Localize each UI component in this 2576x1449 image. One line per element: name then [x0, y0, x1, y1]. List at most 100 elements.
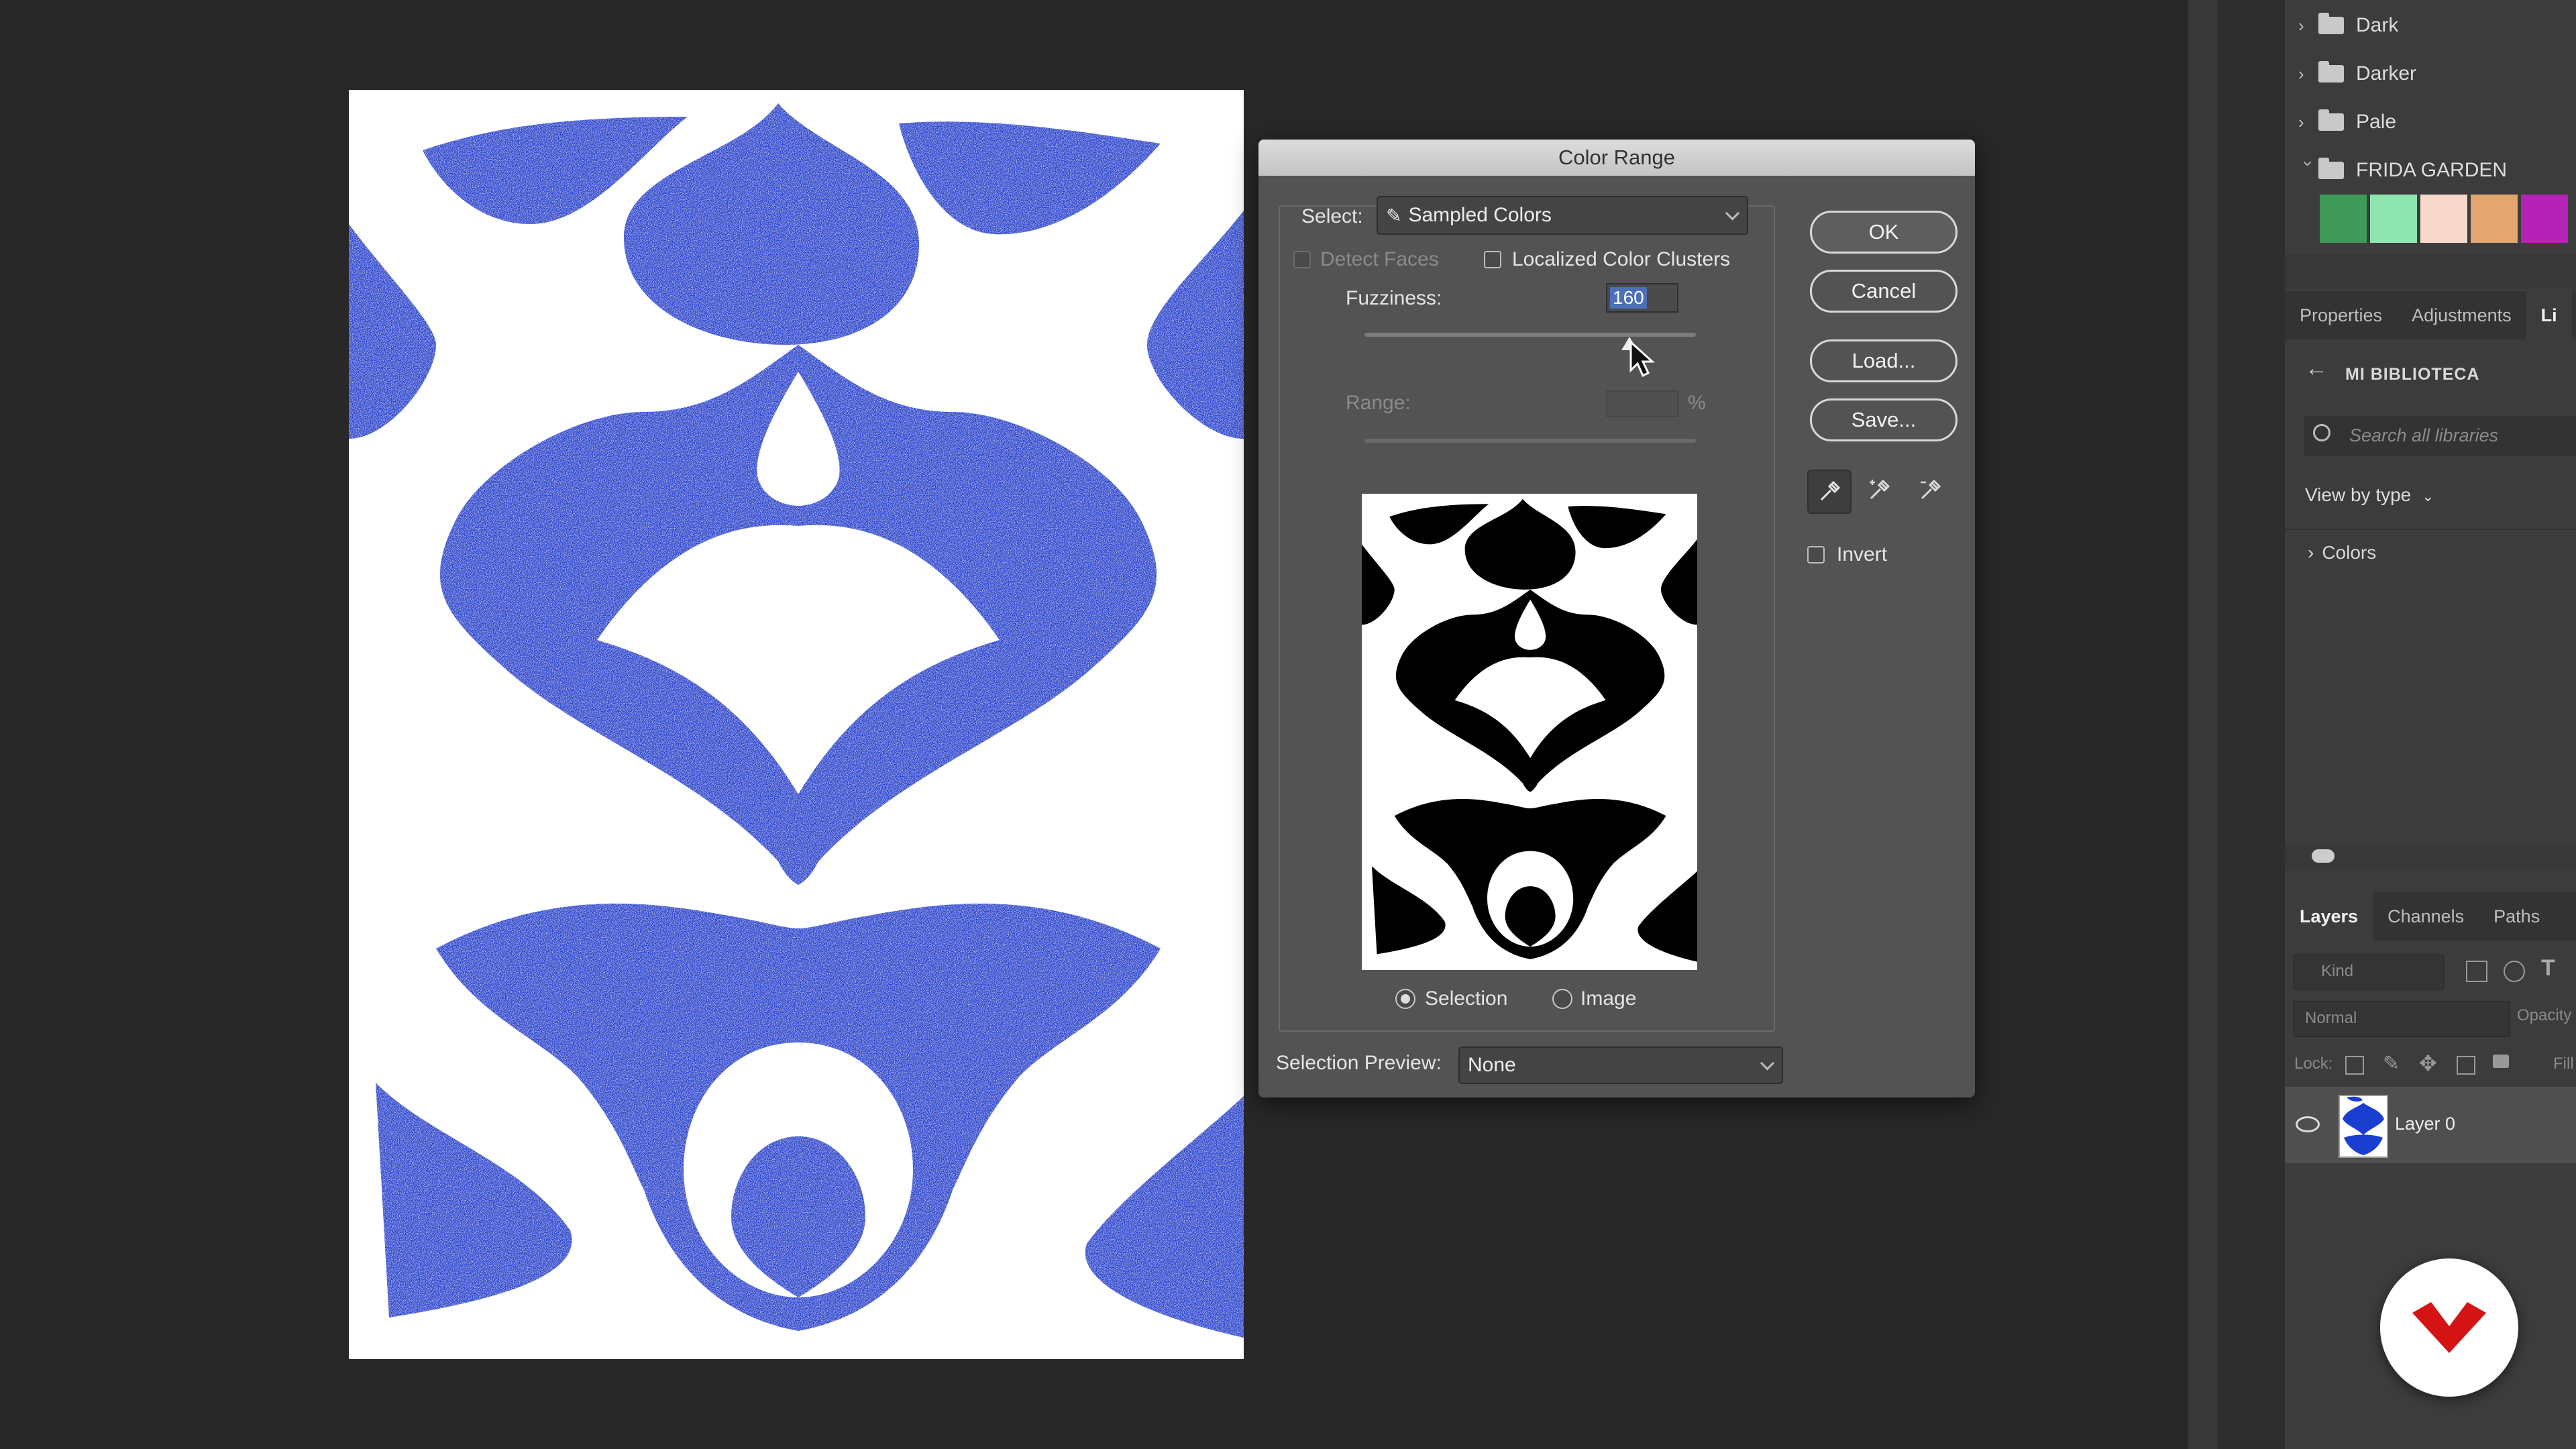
select-label: Select: — [1301, 205, 1363, 227]
invert-checkbox[interactable] — [1807, 546, 1825, 564]
tab-adjustments[interactable]: Adjustments — [2397, 291, 2526, 339]
library-footer — [2285, 844, 2576, 871]
image-radio[interactable] — [1552, 989, 1572, 1009]
eyedropper-minus-icon — [1921, 479, 1941, 500]
library-section-colors[interactable]: › Colors — [2308, 542, 2376, 564]
lock-pixels-icon[interactable]: ✎ — [2383, 1052, 2400, 1075]
selection-radio[interactable] — [1395, 989, 1415, 1009]
view-by-dropdown[interactable]: View by type ⌄ — [2305, 484, 2434, 506]
chevron-right-icon: › — [2308, 542, 2314, 563]
color-swatch[interactable] — [2420, 195, 2467, 243]
folder-icon — [2318, 158, 2344, 179]
selection-mask-preview — [1362, 498, 1697, 962]
properties-tabbar: Properties Adjustments Li — [2285, 291, 2576, 339]
fuzziness-input[interactable]: 160 — [1606, 283, 1678, 313]
swatch-panel-footer — [2285, 254, 2576, 288]
localized-clusters-label: Localized Color Clusters — [1512, 248, 1731, 270]
chevron-down-icon: ⌄ — [2422, 488, 2434, 504]
select-dropdown[interactable]: ✎ Sampled Colors — [1377, 196, 1748, 235]
eyedropper-icon — [1820, 480, 1841, 501]
eyedropper-icon: ✎ — [1386, 205, 1402, 226]
image-radio-label: Image — [1580, 987, 1637, 1010]
color-range-dialog: Color Range Select: ✎ Sampled Colors Det… — [1258, 140, 1975, 1097]
tab-channels[interactable]: Channels — [2373, 892, 2479, 941]
selection-preview-select[interactable]: None — [1458, 1046, 1783, 1084]
image-filter-icon[interactable] — [2466, 961, 2487, 982]
layer-kind-filter[interactable]: Kind — [2293, 954, 2445, 990]
select-value: Sampled Colors — [1408, 204, 1552, 226]
fuzziness-slider[interactable] — [1364, 333, 1696, 337]
panel-dock-collapsed — [2218, 0, 2285, 1449]
eye-icon[interactable] — [2296, 1116, 2320, 1132]
layer-row[interactable]: Layer 0 — [2285, 1087, 2576, 1163]
dialog-title: Color Range — [1258, 140, 1975, 176]
search-icon — [2313, 424, 2330, 441]
selection-preview-value: None — [1468, 1054, 1516, 1076]
eyedropper-plus-icon — [1870, 479, 1890, 500]
localized-clusters-checkbox[interactable] — [1484, 251, 1501, 268]
color-swatch[interactable] — [2320, 195, 2367, 243]
color-swatch[interactable] — [2471, 195, 2518, 243]
tab-libraries[interactable]: Li — [2526, 291, 2572, 339]
fuzziness-value: 160 — [1610, 287, 1647, 309]
cloud-icon — [2312, 849, 2334, 863]
library-search-input[interactable]: Search all libraries — [2304, 416, 2576, 456]
swatch-group-dark[interactable]: › Dark — [2298, 1, 2398, 50]
swatch-group-label: FRIDA GARDEN — [2356, 159, 2508, 181]
detect-faces-checkbox[interactable] — [1293, 251, 1311, 268]
lock-transparency-icon[interactable] — [2345, 1056, 2364, 1075]
eyedropper-subtract-tool[interactable] — [1909, 470, 1951, 511]
range-input — [1606, 390, 1678, 417]
chevron-down-icon — [1760, 1056, 1775, 1071]
fill-label: Fill — [2553, 1055, 2574, 1073]
channel-logo — [2380, 1258, 2518, 1397]
chevron-right-icon: › — [2298, 63, 2304, 84]
swatch-group-label: Dark — [2356, 14, 2399, 36]
color-swatch[interactable] — [2521, 195, 2568, 243]
blend-mode-select[interactable]: Normal — [2293, 1001, 2510, 1037]
right-panel: › Dark › Darker › Pale › FRIDA GARDEN Pr… — [2285, 0, 2576, 1449]
lock-all-icon[interactable] — [2493, 1055, 2509, 1068]
swatch-group-pale[interactable]: › Pale — [2298, 98, 2396, 146]
detect-faces-label: Detect Faces — [1320, 248, 1439, 270]
type-filter-icon[interactable]: T — [2541, 955, 2555, 981]
document-canvas[interactable] — [349, 90, 1244, 1359]
chevron-right-icon: › — [2298, 15, 2304, 36]
back-arrow-icon[interactable]: ← — [2305, 356, 2328, 382]
adjustment-filter-icon[interactable] — [2504, 961, 2525, 982]
eyedropper-tool[interactable] — [1807, 470, 1851, 514]
selection-radio-label: Selection — [1425, 987, 1508, 1010]
blue-pattern-artwork — [349, 103, 1244, 1338]
selection-preview-thumbnail[interactable] — [1362, 494, 1697, 970]
range-slider — [1364, 439, 1696, 443]
logo-mark-icon — [2412, 1302, 2486, 1353]
lock-position-icon[interactable]: ✥ — [2419, 1051, 2437, 1076]
swatch-group-label: Pale — [2356, 111, 2397, 133]
range-unit: % — [1688, 392, 1706, 414]
swatch-group-frida-garden[interactable]: › FRIDA GARDEN — [2298, 146, 2507, 195]
eyedropper-add-tool[interactable] — [1858, 470, 1900, 511]
ok-button[interactable]: OK — [1810, 211, 1957, 254]
tab-paths[interactable]: Paths — [2479, 892, 2555, 941]
cancel-button[interactable]: Cancel — [1810, 270, 1957, 313]
swatch-group-darker[interactable]: › Darker — [2298, 50, 2416, 98]
swatch-group-label: Darker — [2356, 62, 2417, 85]
kind-placeholder: Kind — [2321, 962, 2354, 980]
invert-label: Invert — [1837, 543, 1888, 566]
chevron-down-icon — [1725, 206, 1740, 221]
load-button[interactable]: Load... — [1810, 339, 1957, 382]
search-placeholder: Search all libraries — [2349, 425, 2499, 445]
save-button[interactable]: Save... — [1810, 398, 1957, 441]
library-name: MI BIBLIOTECA — [2345, 365, 2480, 384]
mouse-cursor-icon — [1629, 341, 1656, 378]
folder-icon — [2318, 61, 2344, 83]
color-swatch[interactable] — [2370, 195, 2417, 243]
tab-properties[interactable]: Properties — [2285, 291, 2397, 339]
layer-thumbnail — [2339, 1095, 2388, 1158]
range-label: Range: — [1346, 392, 1411, 414]
view-by-label: View by type — [2305, 484, 2412, 505]
tab-layers[interactable]: Layers — [2285, 892, 2373, 941]
lock-artboard-icon[interactable] — [2457, 1056, 2475, 1075]
panel-dock-gutter — [2188, 0, 2218, 1449]
folder-icon — [2318, 13, 2344, 34]
